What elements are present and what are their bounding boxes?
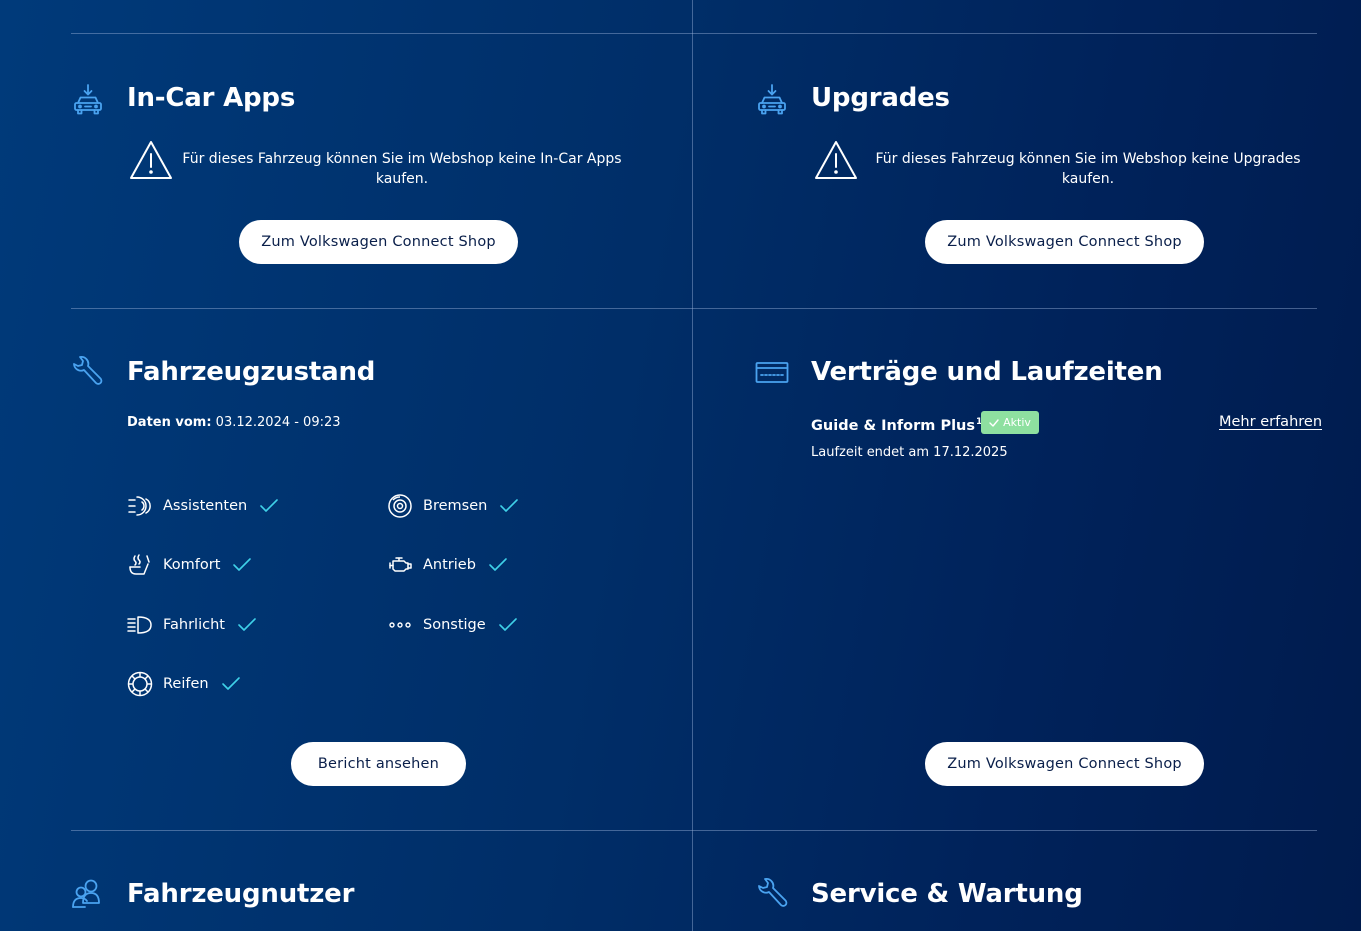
status-date-label: Daten vom:	[127, 415, 212, 430]
notice-text-in-car-apps: Für dieses Fahrzeug können Sie im Websho…	[182, 151, 622, 187]
tile-title-vehicle-status: Fahrzeugzustand	[127, 357, 376, 387]
status-label-sonstige: Sonstige	[423, 617, 486, 633]
status-item-reifen: Reifen	[127, 671, 241, 697]
contract-name: Guide & Inform Plus1	[811, 412, 982, 436]
check-icon	[232, 557, 252, 573]
divider-top	[71, 33, 1317, 34]
check-icon	[221, 676, 241, 692]
status-date: Daten vom: 03.12.2024 - 09:23	[127, 414, 341, 432]
status-label-reifen: Reifen	[163, 676, 209, 692]
tire-icon	[127, 671, 153, 697]
assist-icon	[127, 493, 153, 519]
contract-card-icon	[755, 355, 789, 389]
wrench-icon	[755, 877, 789, 911]
tile-title-upgrades: Upgrades	[811, 83, 950, 113]
notice-text-upgrades: Für dieses Fahrzeug können Sie im Websho…	[875, 151, 1301, 187]
headlight-icon	[127, 612, 153, 638]
status-item-bremsen: Bremsen	[387, 493, 519, 519]
connect-shop-button-contracts[interactable]: Zum Volkswagen Connect Shop	[925, 742, 1204, 786]
status-label-assistenten: Assistenten	[163, 498, 248, 514]
check-icon	[259, 498, 279, 514]
check-icon	[488, 557, 508, 573]
status-item-fahrlicht: Fahrlicht	[127, 612, 257, 638]
status-item-assistenten: Assistenten	[127, 493, 279, 519]
check-icon	[989, 418, 999, 427]
warning-icon	[813, 139, 859, 181]
check-icon	[499, 498, 519, 514]
car-download-icon	[755, 83, 789, 117]
wrench-icon	[70, 355, 104, 389]
car-download-icon	[71, 83, 105, 117]
status-label-fahrlicht: Fahrlicht	[163, 617, 225, 633]
tile-title-contracts: Verträge und Laufzeiten	[811, 357, 1163, 387]
more-dots-icon	[387, 612, 413, 638]
status-badge-label: Aktiv	[1003, 416, 1031, 429]
contract-runtime: Laufzeit endet am 17.12.2025	[811, 445, 1008, 460]
warning-icon	[128, 139, 174, 181]
status-item-komfort: Komfort	[127, 552, 252, 578]
tile-title-vehicle-users: Fahrzeugnutzer	[127, 879, 355, 909]
divider-row-1	[71, 308, 1317, 309]
status-label-komfort: Komfort	[163, 557, 221, 573]
status-date-value: 03.12.2024 - 09:23	[215, 415, 341, 430]
status-badge: Aktiv	[981, 411, 1039, 434]
status-label-bremsen: Bremsen	[423, 498, 488, 514]
view-report-button[interactable]: Bericht ansehen	[291, 742, 466, 786]
seat-heat-icon	[127, 552, 153, 578]
tile-title-in-car-apps: In-Car Apps	[127, 83, 296, 113]
check-icon	[498, 617, 518, 633]
status-item-antrieb: Antrieb	[387, 552, 508, 578]
status-item-sonstige: Sonstige	[387, 612, 518, 638]
divider-vertical	[692, 0, 693, 931]
engine-icon	[387, 552, 413, 578]
divider-row-2	[71, 830, 1317, 831]
tile-title-service: Service & Wartung	[811, 879, 1083, 909]
users-icon	[71, 877, 105, 911]
check-icon	[237, 617, 257, 633]
more-info-link[interactable]: Mehr erfahren	[1219, 412, 1322, 432]
connect-shop-button-upgrades[interactable]: Zum Volkswagen Connect Shop	[925, 220, 1204, 264]
status-label-antrieb: Antrieb	[423, 557, 476, 573]
brake-icon	[387, 493, 413, 519]
contract-name-text: Guide & Inform Plus	[811, 418, 975, 434]
connect-shop-button-in-car-apps[interactable]: Zum Volkswagen Connect Shop	[239, 220, 518, 264]
